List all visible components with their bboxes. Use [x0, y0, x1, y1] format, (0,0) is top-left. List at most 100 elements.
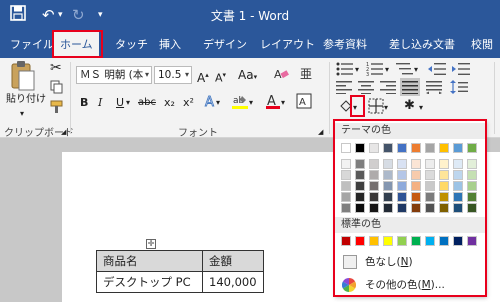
underline-button[interactable]: U [116, 95, 124, 111]
paste-label[interactable]: 貼り付け [6, 92, 46, 108]
borders-dropdown-icon[interactable]: ▾ [384, 100, 388, 116]
tab-layout[interactable]: レイアウト [260, 36, 315, 52]
strikethrough-button[interactable]: abc [138, 95, 156, 111]
color-swatch[interactable] [439, 143, 449, 153]
color-swatch[interactable] [439, 203, 449, 213]
subscript-button[interactable]: x₂ [164, 95, 175, 111]
table-move-handle-icon[interactable]: ✛ [146, 239, 156, 249]
text-effects-dropdown-icon[interactable]: ▾ [216, 95, 220, 111]
color-swatch[interactable] [411, 236, 421, 246]
table-cell[interactable]: 金額 [202, 250, 264, 272]
phonetic-guide-icon[interactable]: 亜 [300, 66, 312, 82]
color-swatch[interactable] [439, 192, 449, 202]
shading-icon[interactable] [338, 98, 354, 119]
color-swatch[interactable] [453, 236, 463, 246]
paste-dropdown-icon[interactable]: ▾ [20, 106, 24, 122]
color-swatch[interactable] [341, 143, 351, 153]
font-color-dropdown-icon[interactable]: ▾ [281, 95, 285, 111]
color-swatch[interactable] [411, 181, 421, 191]
color-swatch[interactable] [341, 236, 351, 246]
color-swatch[interactable] [425, 236, 435, 246]
highlight-dropdown-icon[interactable]: ▾ [249, 95, 253, 111]
color-swatch[interactable] [383, 143, 393, 153]
color-swatch[interactable] [439, 236, 449, 246]
character-border-icon[interactable]: A [296, 93, 312, 114]
italic-button[interactable]: I [98, 95, 102, 111]
color-swatch[interactable] [467, 143, 477, 153]
distributed-align-icon[interactable] [426, 80, 442, 99]
multilevel-dropdown-icon[interactable]: ▾ [414, 62, 418, 78]
tab-design[interactable]: デザイン [203, 36, 247, 52]
tab-references[interactable]: 参考資料 [323, 36, 367, 52]
color-swatch[interactable] [453, 143, 463, 153]
color-swatch[interactable] [453, 159, 463, 169]
tab-review[interactable]: 校閲 [471, 36, 493, 52]
align-right-icon[interactable] [380, 80, 396, 99]
color-swatch[interactable] [341, 159, 351, 169]
color-swatch[interactable] [467, 159, 477, 169]
tab-touch[interactable]: タッチ [115, 36, 148, 52]
color-swatch[interactable] [453, 170, 463, 180]
numbering-icon[interactable]: 123 [366, 62, 384, 81]
color-swatch[interactable] [411, 192, 421, 202]
color-swatch[interactable] [355, 159, 365, 169]
color-swatch[interactable] [355, 236, 365, 246]
color-swatch[interactable] [369, 181, 379, 191]
color-swatch[interactable] [467, 192, 477, 202]
bullets-icon[interactable] [336, 62, 354, 81]
color-swatch[interactable] [341, 170, 351, 180]
color-swatch[interactable] [411, 143, 421, 153]
color-swatch[interactable] [369, 170, 379, 180]
color-swatch[interactable] [425, 203, 435, 213]
color-swatch[interactable] [411, 170, 421, 180]
tab-mailings[interactable]: 差し込み文書 [389, 36, 455, 52]
highlight-color-icon[interactable]: ab [232, 93, 248, 115]
decrease-indent-icon[interactable] [428, 62, 446, 81]
color-swatch[interactable] [341, 181, 351, 191]
color-swatch[interactable] [369, 159, 379, 169]
color-swatch[interactable] [411, 159, 421, 169]
asian-layout-icon[interactable]: ✱ [404, 98, 415, 114]
bold-button[interactable]: B [80, 95, 88, 111]
asian-layout-dropdown-icon[interactable]: ▾ [419, 100, 423, 116]
copy-icon[interactable] [50, 80, 63, 99]
clear-formatting-icon[interactable]: A [274, 66, 289, 86]
color-swatch[interactable] [383, 159, 393, 169]
align-left-icon[interactable] [336, 80, 352, 99]
tab-home[interactable]: ホーム [54, 32, 99, 58]
cut-icon[interactable]: ✂ [50, 60, 62, 76]
color-swatch[interactable] [467, 181, 477, 191]
color-swatch[interactable] [369, 192, 379, 202]
shading-dropdown-icon[interactable]: ▾ [353, 100, 357, 116]
color-swatch[interactable] [355, 181, 365, 191]
color-swatch[interactable] [425, 192, 435, 202]
color-swatch[interactable] [383, 236, 393, 246]
font-size-combo[interactable]: 10.5 ▾ [154, 66, 192, 84]
font-name-combo[interactable]: ＭＳ 明朝 (本 ▾ [76, 66, 152, 84]
line-spacing-icon[interactable] [450, 80, 468, 99]
change-case-icon[interactable]: Aa▾ [238, 67, 257, 85]
color-swatch[interactable] [439, 170, 449, 180]
color-swatch[interactable] [383, 203, 393, 213]
table-cell[interactable]: 商品名 [96, 250, 203, 272]
color-swatch[interactable] [355, 192, 365, 202]
font-color-icon[interactable]: A [266, 93, 280, 115]
more-colors-item[interactable]: その他の色(M)... [365, 278, 445, 292]
color-swatch[interactable] [397, 170, 407, 180]
color-swatch[interactable] [425, 170, 435, 180]
color-swatch[interactable] [383, 181, 393, 191]
color-swatch[interactable] [467, 236, 477, 246]
format-painter-icon[interactable] [50, 100, 63, 119]
color-swatch[interactable] [355, 203, 365, 213]
table-cell[interactable]: デスクトップ PC [96, 271, 203, 293]
borders-icon[interactable] [368, 98, 384, 119]
color-swatch[interactable] [383, 170, 393, 180]
shrink-font-icon[interactable]: A▾ [215, 67, 226, 87]
color-swatch[interactable] [397, 203, 407, 213]
tab-insert[interactable]: 挿入 [159, 36, 181, 52]
color-swatch[interactable] [425, 181, 435, 191]
color-swatch[interactable] [397, 192, 407, 202]
color-swatch[interactable] [467, 170, 477, 180]
color-swatch[interactable] [425, 159, 435, 169]
color-swatch[interactable] [355, 143, 365, 153]
